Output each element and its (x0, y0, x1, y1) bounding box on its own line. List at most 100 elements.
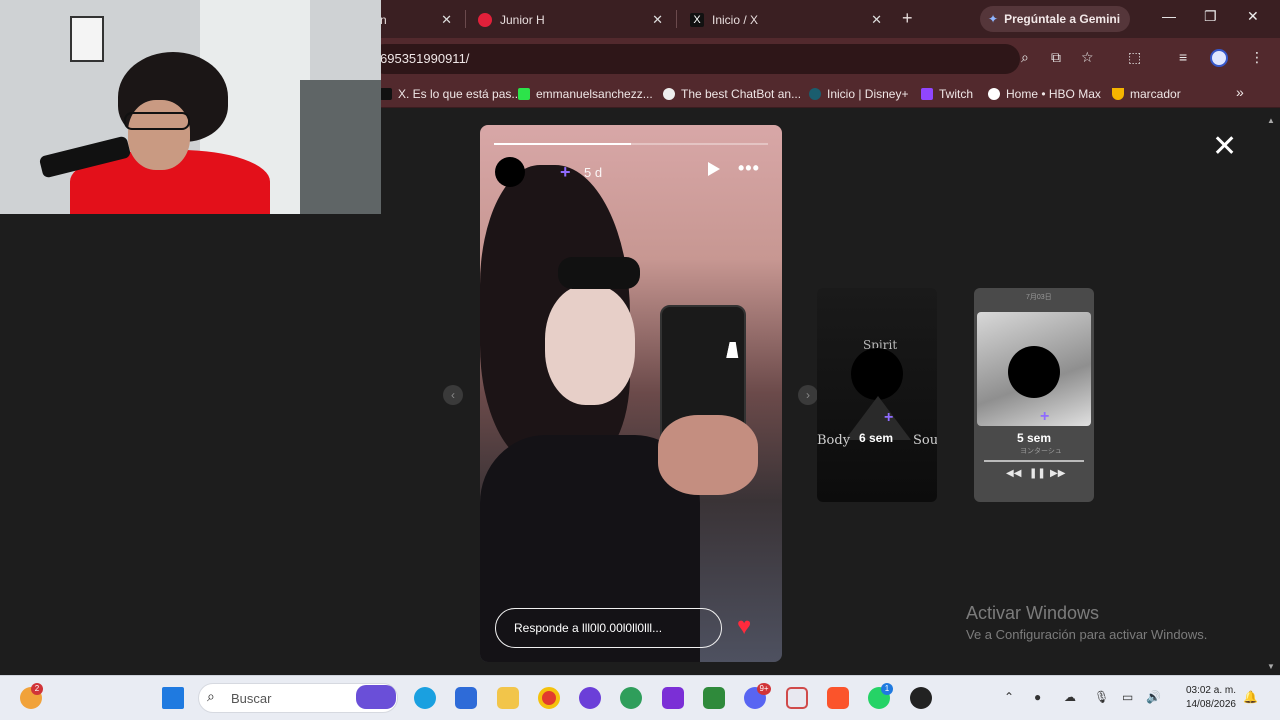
tab-x-home[interactable]: X Inicio / X ✕ (680, 6, 892, 34)
tab-label: Junior H (500, 13, 545, 27)
gemini-label: Pregúntale a Gemini (1004, 12, 1121, 26)
pycharm-icon[interactable] (662, 687, 684, 709)
thumbnail-time: 6 sem (859, 431, 894, 445)
later-story-thumbnail[interactable]: 7月03日 + 5 sem ヨンターシュ ◀◀ ❚❚ ▶▶ (974, 288, 1094, 502)
next-story-button[interactable]: › (798, 385, 818, 405)
install-app-icon[interactable]: ⧉ (1051, 49, 1061, 66)
app-icon[interactable] (910, 687, 932, 709)
restore-icon[interactable]: ❐ (1204, 8, 1217, 25)
plus-icon: + (884, 409, 894, 426)
zoom-icon[interactable]: ⌕ (1021, 49, 1029, 66)
bookmark-label: Home • HBO Max (1006, 87, 1101, 101)
edge-icon[interactable] (414, 687, 436, 709)
menu-icon[interactable]: ⋮ (1250, 49, 1264, 66)
media-control-icon[interactable]: ≡ (1179, 49, 1187, 65)
tab-label: n (380, 13, 387, 27)
tab-separator (465, 10, 466, 28)
profile-avatar[interactable] (1210, 49, 1228, 67)
search-placeholder: Buscar (231, 691, 272, 706)
tab-junior-h[interactable]: Junior H ✕ (468, 6, 673, 34)
tab-label: Inicio / X (712, 13, 759, 27)
story-timestamp: 5 d (584, 165, 603, 180)
thumbnail-text-right: Soul (913, 433, 937, 448)
pause-icon: ❚❚ (1029, 468, 1046, 479)
window-close-icon[interactable]: ✕ (1247, 8, 1259, 25)
bookmark-chatbot[interactable]: The best ChatBot an... (663, 87, 801, 101)
bookmark-twitch[interactable]: Twitch (921, 87, 973, 101)
notification-icon[interactable]: 🔔 (1243, 690, 1258, 704)
extensions-icon[interactable]: ⬚ (1128, 49, 1141, 66)
windows-start-icon[interactable] (162, 687, 184, 709)
close-icon[interactable]: ✕ (441, 12, 452, 28)
search-highlight-icon (356, 685, 396, 709)
brave-icon[interactable] (827, 687, 849, 709)
snipping-tool-icon[interactable] (786, 687, 808, 709)
bookmark-label: X. Es lo que está pas... (398, 87, 522, 101)
tab-separator (676, 10, 677, 28)
x-logo-icon (380, 88, 392, 100)
bookmark-label: marcador (1130, 87, 1181, 101)
bookmark-marcador[interactable]: marcador (1112, 87, 1181, 101)
file-explorer-icon[interactable] (497, 687, 519, 709)
close-icon[interactable]: ✕ (652, 12, 663, 28)
tab-current[interactable]: n ✕ (370, 6, 462, 34)
rewind-icon: ◀◀ (1006, 468, 1022, 479)
kick-icon (518, 88, 530, 100)
obs-icon[interactable] (579, 687, 601, 709)
story-progress-fill (494, 143, 631, 145)
thumbnail-avatar (851, 348, 903, 400)
scroll-down-icon[interactable]: ▼ (1267, 662, 1275, 671)
plus-icon: + (1040, 408, 1050, 425)
close-viewer-button[interactable]: ✕ (1212, 132, 1237, 162)
more-options-icon[interactable]: ••• (738, 158, 760, 179)
taskbar-clock[interactable]: 03:02 a. m. 14/08/2026 (1176, 684, 1236, 712)
volume-icon[interactable]: 🔊 (1146, 690, 1161, 704)
address-bar[interactable]: 695351990911/ (370, 44, 1020, 74)
chrome-profile-icon[interactable] (620, 687, 642, 709)
chrome-icon[interactable] (538, 687, 560, 709)
disney-icon (809, 88, 821, 100)
x-logo-icon: X (690, 13, 704, 27)
track-subtitle: ヨンターシュ (1020, 448, 1062, 455)
close-icon[interactable]: ✕ (871, 12, 882, 28)
scroll-up-icon[interactable]: ▲ (1267, 116, 1275, 125)
minimize-icon[interactable]: — (1162, 8, 1176, 24)
gemini-button[interactable]: ✦ Pregúntale a Gemini (980, 6, 1130, 32)
webcam-monitor (300, 80, 381, 214)
bookmark-star-icon[interactable]: ☆ (1081, 49, 1094, 66)
photo-subject-sunglasses (558, 257, 640, 289)
onedrive-icon[interactable]: ☁ (1064, 690, 1076, 704)
photo-hand (658, 415, 758, 495)
microphone-icon[interactable]: 🎙 (1094, 690, 1109, 704)
youtube-music-icon (478, 13, 492, 27)
play-icon[interactable] (708, 162, 720, 176)
photo-subject-face (545, 285, 635, 405)
thumbnail-text-left: Body (817, 433, 851, 448)
new-tab-button[interactable]: + (902, 8, 913, 29)
tray-overflow-icon[interactable]: ⌃ (1004, 690, 1014, 704)
thumbnail-avatar (1008, 346, 1060, 398)
story-media[interactable] (480, 125, 782, 662)
network-icon[interactable]: ▭ (1122, 690, 1133, 704)
tray-app-icon[interactable]: ● (1034, 690, 1041, 704)
bookmark-kick[interactable]: emmanuelsanchezz... (518, 87, 653, 101)
track-progress-bar (984, 460, 1084, 462)
previous-story-button[interactable]: ‹ (443, 385, 463, 405)
scrollbar[interactable] (1264, 114, 1280, 674)
thumbnail-time: 5 sem (1017, 431, 1052, 445)
forward-icon: ▶▶ (1050, 468, 1066, 479)
store-icon[interactable] (455, 687, 477, 709)
twitch-icon (921, 88, 933, 100)
heart-icon[interactable]: ♥ (737, 615, 751, 639)
minecraft-icon[interactable] (703, 687, 725, 709)
story-progress-bar (494, 143, 768, 145)
reply-input[interactable]: Responde a lll0l0.00l0ll0lll... (495, 608, 722, 648)
url-text: 695351990911/ (380, 51, 470, 66)
bookmark-x[interactable]: X. Es lo que está pas... (380, 87, 521, 101)
bookmark-hbo[interactable]: Home • HBO Max (988, 87, 1101, 101)
story-author-avatar[interactable] (495, 157, 525, 187)
bookmark-disney[interactable]: Inicio | Disney+ (809, 87, 909, 101)
next-story-thumbnail[interactable]: Spirit Body Soul + 6 sem (817, 288, 937, 502)
bookmarks-overflow-button[interactable]: » (1236, 84, 1244, 100)
webcam-wall-frame (70, 16, 104, 62)
